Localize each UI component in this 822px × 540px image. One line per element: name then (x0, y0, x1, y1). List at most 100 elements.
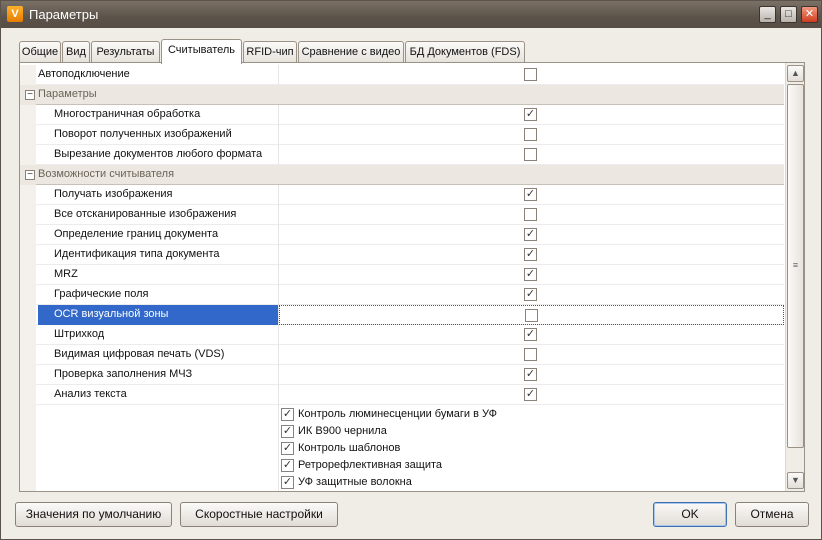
property-value: ✓ (279, 385, 784, 405)
tab-video-compare[interactable]: Сравнение с видео (298, 41, 404, 63)
scroll-thumb[interactable]: ≡ (787, 84, 804, 448)
row-gutter (20, 405, 36, 491)
vds-checkbox[interactable] (524, 348, 537, 361)
property-value: ✓ (279, 325, 784, 345)
column-divider (278, 405, 279, 491)
document-type-checkbox[interactable]: ✓ (524, 248, 537, 261)
ir-b900-ink-checkbox[interactable]: ✓ (281, 425, 294, 438)
property-name: Идентификация типа документа (54, 248, 220, 260)
property-row[interactable]: Поворот полученных изображений (20, 125, 784, 145)
row-gutter: − (20, 85, 36, 105)
property-value: ✓ (279, 245, 784, 265)
mrz-checkbox[interactable]: ✓ (524, 268, 537, 281)
rotate-images-checkbox[interactable] (524, 128, 537, 141)
property-name: OCR визуальной зоны (38, 305, 278, 325)
property-value (279, 65, 784, 85)
property-value (279, 345, 784, 365)
all-scanned-images-checkbox[interactable] (524, 208, 537, 221)
category-label: Возможности считывателя (38, 168, 175, 180)
defaults-button[interactable]: Значения по умолчанию (15, 502, 172, 527)
settings-window: V Параметры _ □ ✕ Общие Вид Результаты С… (0, 0, 822, 540)
title-bar[interactable]: V Параметры _ □ ✕ (1, 1, 821, 28)
property-row[interactable]: Все отсканированные изображения (20, 205, 784, 225)
scroll-down-icon[interactable]: ▼ (787, 472, 804, 489)
row-gutter (20, 145, 36, 165)
property-row[interactable]: Идентификация типа документа ✓ (20, 245, 784, 265)
speed-settings-button[interactable]: Скоростные настройки (180, 502, 338, 527)
graphic-fields-checkbox[interactable]: ✓ (524, 288, 537, 301)
property-row[interactable]: Анализ текста ✓ (20, 385, 784, 405)
cancel-button[interactable]: Отмена (735, 502, 809, 527)
property-row[interactable]: Вырезание документов любого формата (20, 145, 784, 165)
collapse-icon[interactable]: − (25, 90, 35, 100)
property-row[interactable]: Автоподключение (20, 65, 784, 85)
property-row[interactable]: Определение границ документа ✓ (20, 225, 784, 245)
property-name: Определение границ документа (54, 228, 219, 240)
get-images-checkbox[interactable]: ✓ (524, 188, 537, 201)
row-gutter (20, 185, 36, 205)
minimize-button[interactable]: _ (759, 6, 776, 23)
uv-fibers-checkbox[interactable]: ✓ (281, 476, 294, 489)
ocr-visual-zone-checkbox[interactable] (525, 309, 538, 322)
property-row[interactable]: Получать изображения ✓ (20, 185, 784, 205)
property-row[interactable]: Многостраничная обработка ✓ (20, 105, 784, 125)
document-bounds-checkbox[interactable]: ✓ (524, 228, 537, 241)
close-button[interactable]: ✕ (801, 6, 818, 23)
ok-button[interactable]: OK (653, 502, 727, 527)
property-row[interactable]: Графические поля ✓ (20, 285, 784, 305)
category-row-parameters[interactable]: − Параметры (20, 85, 784, 105)
uv-luminescence-checkbox[interactable]: ✓ (281, 408, 294, 421)
property-value: ✓ (279, 225, 784, 245)
property-name: Анализ текста (54, 388, 127, 400)
retroreflective-checkbox[interactable]: ✓ (281, 459, 294, 472)
row-gutter (20, 305, 36, 325)
auto-connect-checkbox[interactable] (524, 68, 537, 81)
tab-general[interactable]: Общие (19, 41, 61, 63)
row-gutter (20, 345, 36, 365)
row-gutter (20, 105, 36, 125)
property-value (279, 125, 784, 145)
pattern-control-checkbox[interactable]: ✓ (281, 442, 294, 455)
tab-view[interactable]: Вид (62, 41, 90, 63)
tab-results[interactable]: Результаты (91, 41, 160, 63)
property-name: Автоподключение (38, 68, 130, 80)
collapse-icon[interactable]: − (25, 170, 35, 180)
crop-any-format-checkbox[interactable] (524, 148, 537, 161)
property-value (279, 205, 784, 225)
property-row[interactable]: Видимая цифровая печать (VDS) (20, 345, 784, 365)
property-value: ✓ (279, 285, 784, 305)
property-name: Видимая цифровая печать (VDS) (54, 348, 225, 360)
property-name: Вырезание документов любого формата (54, 148, 263, 160)
property-value: ✓ (279, 105, 784, 125)
mrz-fill-check-checkbox[interactable]: ✓ (524, 368, 537, 381)
scroll-up-icon[interactable]: ▲ (787, 65, 804, 82)
property-name: Поворот полученных изображений (54, 128, 232, 140)
property-value (279, 305, 784, 325)
property-row[interactable]: Штрихкод ✓ (20, 325, 784, 345)
property-row[interactable]: Проверка заполнения МЧЗ ✓ (20, 365, 784, 385)
text-analysis-checkbox[interactable]: ✓ (524, 388, 537, 401)
tab-reader[interactable]: Считыватель (161, 39, 242, 64)
maximize-button[interactable]: □ (780, 6, 797, 23)
row-gutter (20, 245, 36, 265)
property-row[interactable]: MRZ ✓ (20, 265, 784, 285)
tab-rfid[interactable]: RFID-чип (243, 41, 297, 63)
row-gutter (20, 265, 36, 285)
tab-document-db[interactable]: БД Документов (FDS) (405, 41, 525, 63)
property-name: Все отсканированные изображения (54, 208, 237, 220)
property-value (279, 145, 784, 165)
row-gutter (20, 285, 36, 305)
vertical-scrollbar[interactable]: ▲ ≡ ▼ (785, 63, 804, 491)
row-gutter (20, 365, 36, 385)
category-row-reader-capabilities[interactable]: − Возможности считывателя (20, 165, 784, 185)
property-row-selected[interactable]: OCR визуальной зоны (20, 305, 784, 325)
multipage-checkbox[interactable]: ✓ (524, 108, 537, 121)
app-logo-icon: V (7, 6, 23, 22)
property-name: MRZ (54, 268, 78, 280)
property-name: Проверка заполнения МЧЗ (54, 368, 193, 380)
barcode-checkbox[interactable]: ✓ (524, 328, 537, 341)
property-name: Графические поля (54, 288, 149, 300)
row-gutter (20, 125, 36, 145)
check-label: УФ защитные волокна (298, 476, 412, 488)
property-value: ✓ (279, 185, 784, 205)
